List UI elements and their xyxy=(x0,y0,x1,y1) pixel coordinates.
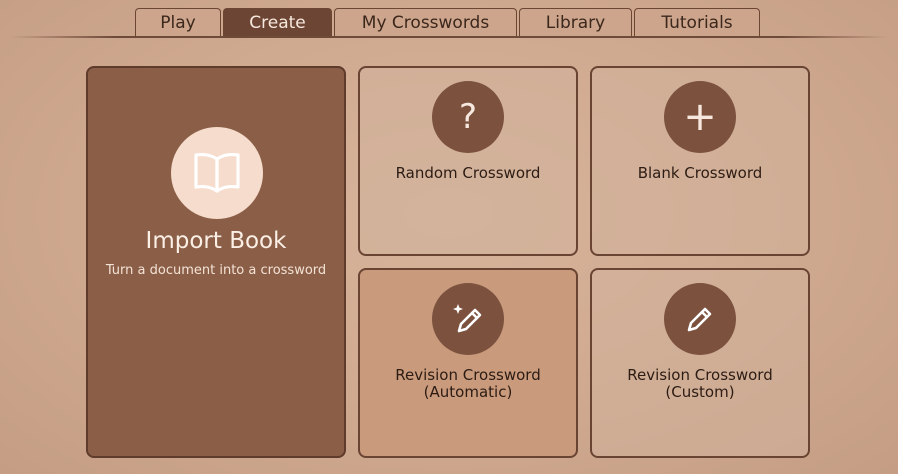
random-crossword-card[interactable]: ? Random Crossword xyxy=(358,66,578,256)
pencil-icon xyxy=(664,283,736,355)
import-book-card[interactable]: Import Book Turn a document into a cross… xyxy=(86,66,346,458)
random-crossword-label: Random Crossword xyxy=(395,164,541,182)
tab-tutorials[interactable]: Tutorials xyxy=(634,8,760,36)
magic-pencil-icon xyxy=(432,283,504,355)
blank-crossword-card[interactable]: + Blank Crossword xyxy=(590,66,810,256)
tab-my-crosswords[interactable]: My Crosswords xyxy=(334,8,517,36)
import-book-title: Import Book xyxy=(145,228,287,254)
blank-crossword-label: Blank Crossword xyxy=(637,164,763,182)
tab-create[interactable]: Create xyxy=(223,8,332,36)
tab-bar: Play Create My Crosswords Library Tutori… xyxy=(0,0,898,38)
tab-divider xyxy=(10,36,888,38)
revision-crossword-custom-card[interactable]: Revision Crossword (Custom) xyxy=(590,268,810,458)
revision-automatic-label-line1: Revision Crossword xyxy=(395,366,541,384)
plus-icon: + xyxy=(664,81,736,153)
revision-custom-label-line2: (Custom) xyxy=(665,383,735,401)
tab-library[interactable]: Library xyxy=(519,8,632,36)
tab-play[interactable]: Play xyxy=(135,8,221,36)
book-icon xyxy=(171,127,263,219)
question-mark-icon: ? xyxy=(432,81,504,153)
revision-crossword-automatic-card[interactable]: Revision Crossword (Automatic) xyxy=(358,268,578,458)
revision-automatic-label-line2: (Automatic) xyxy=(423,383,513,401)
import-book-subtitle: Turn a document into a crossword xyxy=(105,263,327,278)
revision-custom-label-line1: Revision Crossword xyxy=(627,366,773,384)
